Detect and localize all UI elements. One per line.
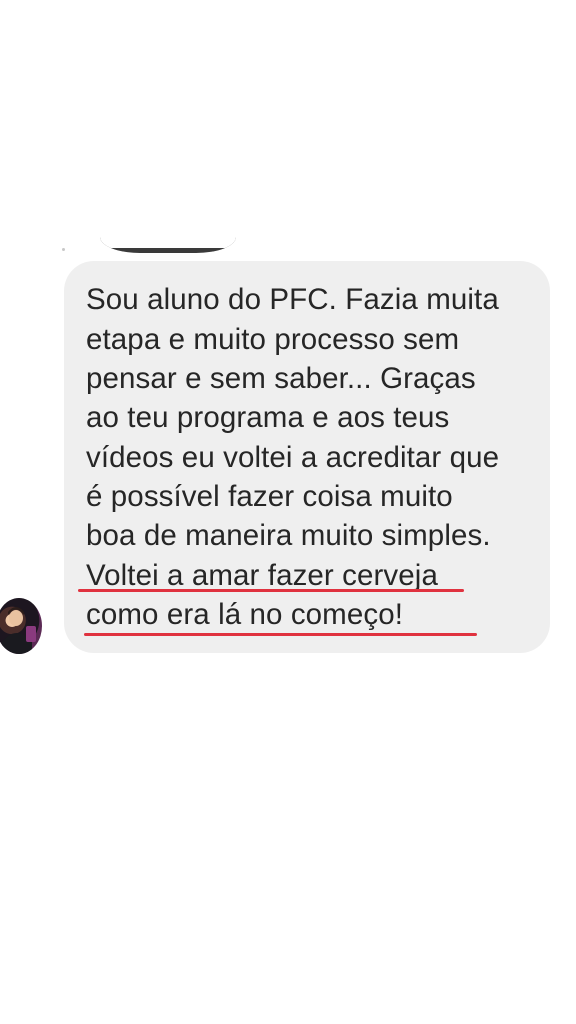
message-line: boa de maneira muito simples.	[86, 519, 491, 552]
message-line: vídeos eu voltei a acreditar que	[86, 441, 500, 474]
message-line: pensar e sem saber... Graças	[86, 362, 476, 395]
message-line: ao teu programa e aos teus	[86, 401, 450, 434]
highlight-underline	[84, 633, 477, 636]
message-line: etapa e muito processo sem	[86, 323, 460, 356]
message-line: como era lá no começo!	[86, 598, 404, 631]
previous-media-attachment[interactable]	[100, 236, 236, 253]
reaction-dot	[62, 248, 65, 251]
message-line: é possível fazer coisa muito	[86, 480, 453, 513]
highlight-underline	[78, 589, 464, 592]
sender-avatar[interactable]	[0, 598, 42, 654]
message-line: Sou aluno do PFC. Fazia muita	[86, 283, 499, 316]
